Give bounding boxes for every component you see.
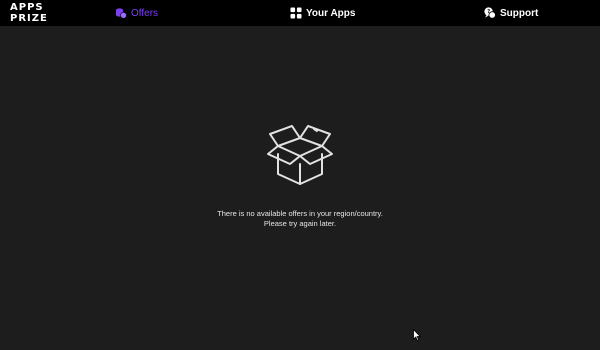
nav-your-apps[interactable]: Your Apps bbox=[290, 5, 355, 21]
top-navigation-bar: APPS PRIZE Offers Your Apps ? Support bbox=[0, 0, 600, 26]
empty-state-line-2: Please try again later. bbox=[263, 219, 337, 228]
apps-grid-icon bbox=[290, 7, 302, 19]
svg-text:?: ? bbox=[487, 9, 490, 15]
empty-state: There is no available offers in your reg… bbox=[0, 118, 600, 229]
logo-line-prize: PRIZE bbox=[10, 13, 48, 24]
nav-support-label: Support bbox=[500, 7, 539, 19]
empty-state-message: There is no available offers in your reg… bbox=[0, 209, 600, 229]
logo-line-apps: APPS bbox=[10, 2, 44, 13]
nav-offers-label: Offers bbox=[131, 7, 159, 19]
support-chat-icon: ? bbox=[484, 7, 496, 19]
apps-prize-logo[interactable]: APPS PRIZE bbox=[10, 2, 48, 24]
open-box-icon bbox=[264, 118, 336, 188]
nav-support[interactable]: ? Support bbox=[484, 5, 538, 21]
mouse-cursor-icon bbox=[413, 329, 421, 341]
coins-icon bbox=[115, 7, 127, 19]
nav-offers[interactable]: Offers bbox=[115, 5, 158, 21]
empty-state-line-1: There is no available offers in your reg… bbox=[217, 209, 383, 218]
nav-your-apps-label: Your Apps bbox=[306, 7, 356, 19]
